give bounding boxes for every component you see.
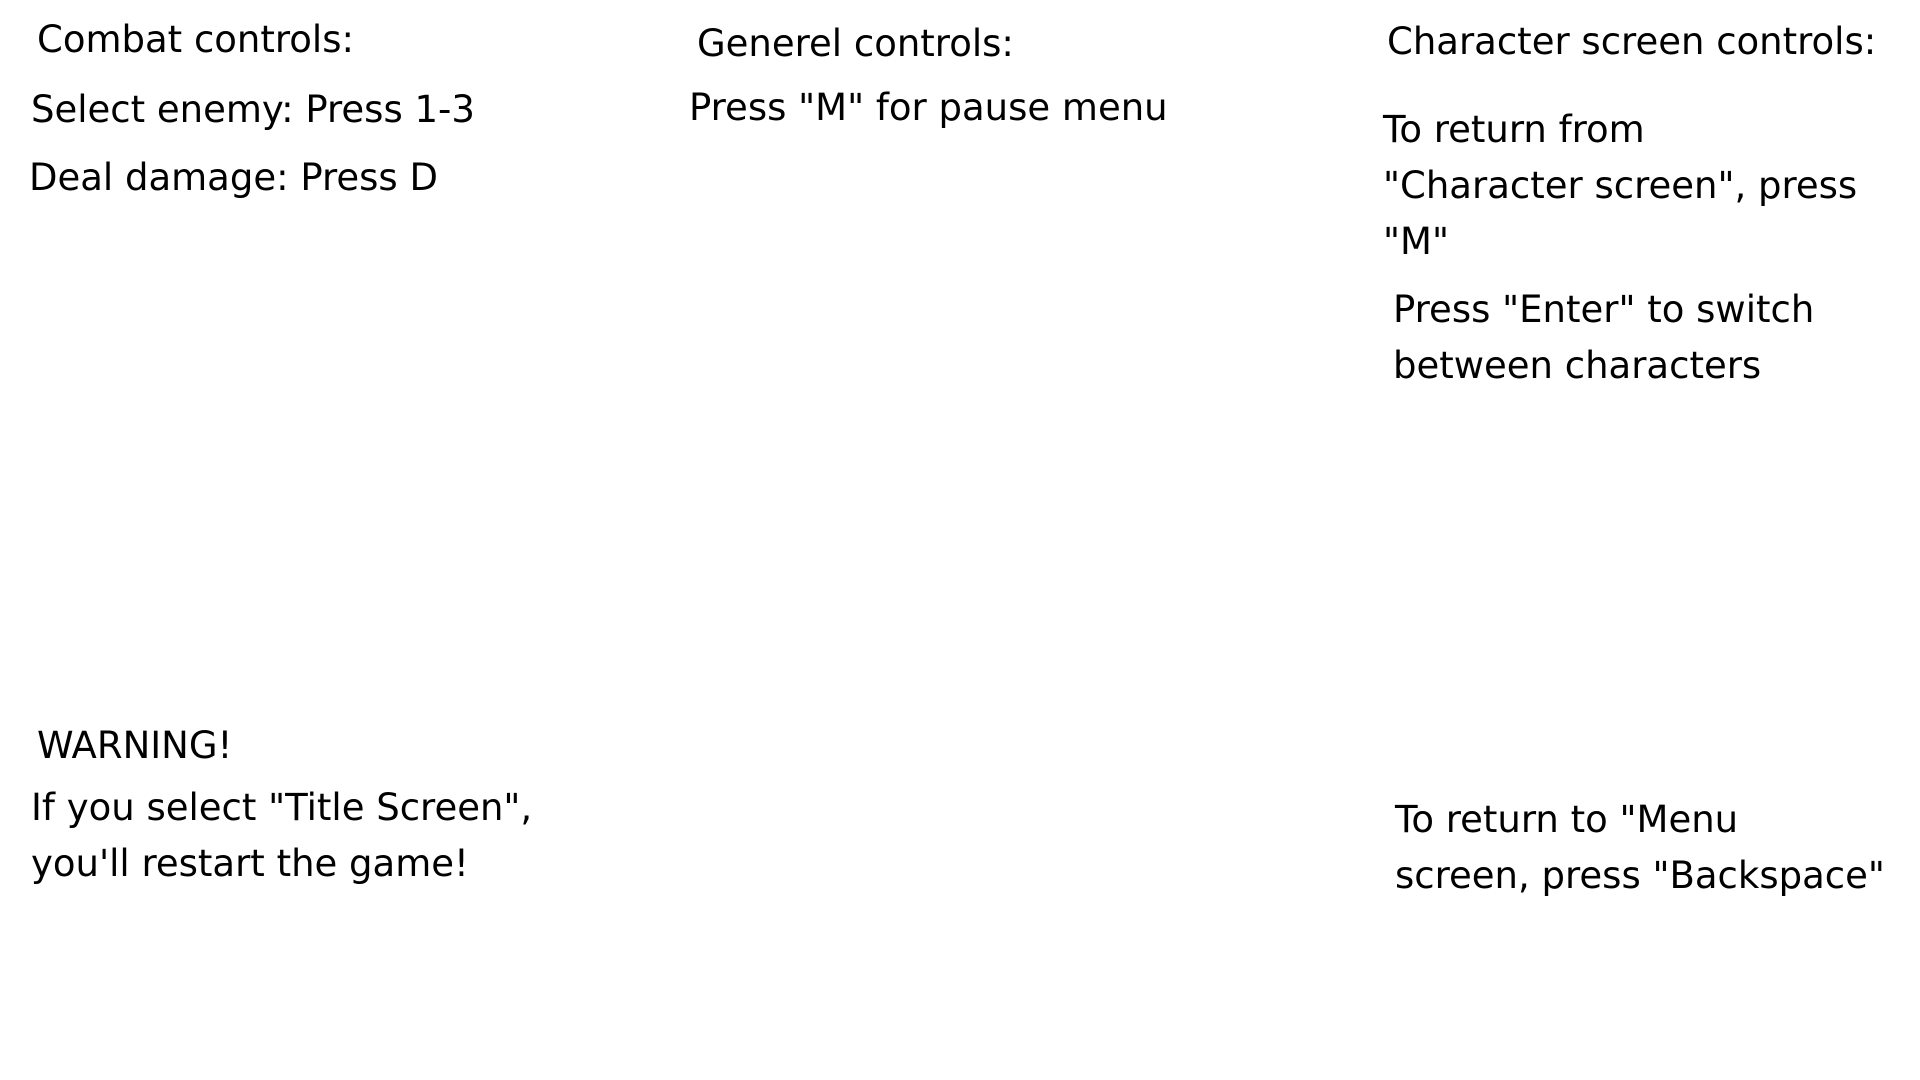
deal-damage-instruction: Deal damage: Press D bbox=[29, 156, 438, 199]
return-from-character-screen-line3: "M" bbox=[1383, 220, 1449, 263]
select-enemy-instruction: Select enemy: Press 1-3 bbox=[31, 88, 475, 131]
warning-text-line1: If you select "Title Screen", bbox=[31, 786, 533, 829]
general-controls-heading: Generel controls: bbox=[697, 22, 1014, 65]
warning-text-line2: you'll restart the game! bbox=[31, 842, 469, 885]
return-from-character-screen-line2: "Character screen", press bbox=[1383, 164, 1858, 207]
pause-menu-instruction: Press "M" for pause menu bbox=[689, 86, 1168, 129]
return-to-menu-line1: To return to "Menu bbox=[1395, 798, 1739, 841]
warning-heading: WARNING! bbox=[37, 724, 233, 767]
switch-characters-line1: Press "Enter" to switch bbox=[1393, 288, 1815, 331]
return-to-menu-line2: screen, press "Backspace" bbox=[1395, 854, 1885, 897]
return-from-character-screen-line1: To return from bbox=[1383, 108, 1645, 151]
combat-controls-heading: Combat controls: bbox=[37, 18, 354, 61]
switch-characters-line2: between characters bbox=[1393, 344, 1762, 387]
character-screen-controls-heading: Character screen controls: bbox=[1387, 20, 1877, 63]
